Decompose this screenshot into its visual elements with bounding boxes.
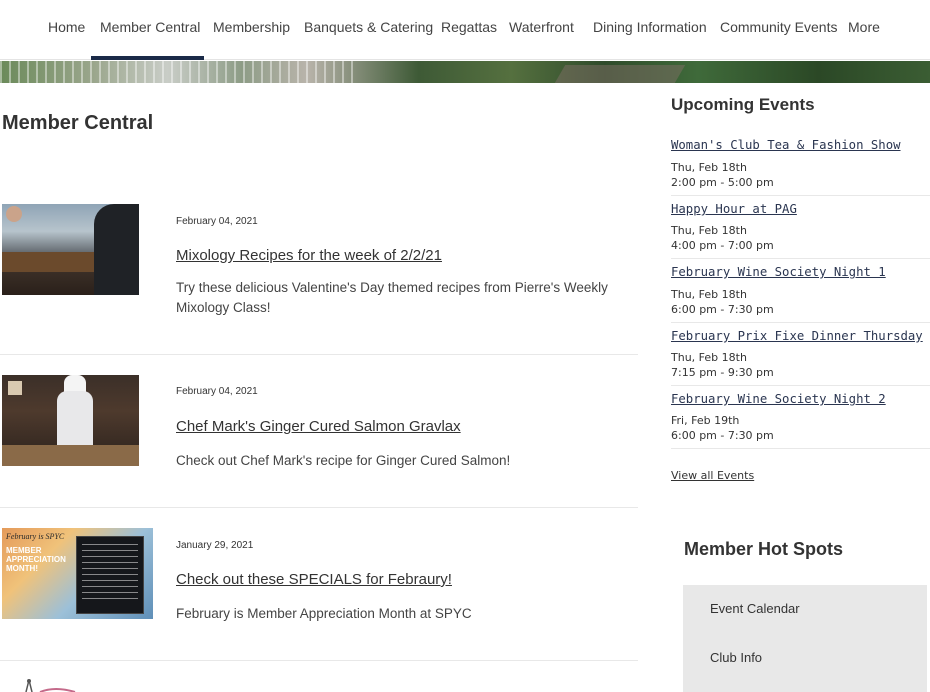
main-nav: Home Member Central Membership Banquets …: [0, 0, 930, 60]
thumb-head: [6, 206, 22, 222]
hero-walkway: [554, 65, 686, 83]
event-item: Woman's Club Tea & Fashion Show Thu, Feb…: [671, 138, 930, 196]
event-date: Thu, Feb 18th: [671, 288, 747, 301]
event-item: February Wine Society Night 2 Fri, Feb 1…: [671, 392, 930, 449]
nav-banquets-catering[interactable]: Banquets & Catering: [304, 19, 433, 35]
article-thumbnail[interactable]: [2, 375, 139, 466]
partial-thumbnail: [25, 679, 76, 692]
event-title-link[interactable]: February Prix Fixe Dinner Thursday: [671, 329, 923, 343]
upcoming-events-heading: Upcoming Events: [671, 95, 815, 114]
thumb-chef: [57, 391, 93, 449]
event-item: Happy Hour at PAG Thu, Feb 18th 4:00 pm …: [671, 202, 930, 259]
nav-home[interactable]: Home: [48, 19, 85, 35]
article-item: February is SPYC MEMBER APPRECIATION MON…: [0, 508, 638, 661]
article-date: February 04, 2021: [176, 216, 258, 227]
member-hot-spots-heading: Member Hot Spots: [684, 539, 844, 559]
event-item: February Prix Fixe Dinner Thursday Thu, …: [671, 329, 930, 386]
nav-membership[interactable]: Membership: [213, 19, 290, 35]
event-time: 7:15 pm - 9:30 pm: [671, 366, 774, 379]
thumb-counter: [2, 445, 139, 466]
event-time: 6:00 pm - 7:30 pm: [671, 429, 774, 442]
event-title-link[interactable]: February Wine Society Night 2: [671, 392, 886, 406]
event-date: Thu, Feb 18th: [671, 161, 747, 174]
page-title: Member Central: [2, 112, 154, 134]
nav-more[interactable]: More: [848, 19, 880, 35]
article-title-link[interactable]: Mixology Recipes for the week of 2/2/21: [176, 247, 442, 264]
article-date: January 29, 2021: [176, 540, 254, 551]
article-description: February is Member Appreciation Month at…: [176, 606, 472, 621]
event-time: 6:00 pm - 7:30 pm: [671, 303, 774, 316]
active-nav-indicator: [91, 56, 204, 60]
article-thumbnail[interactable]: February is SPYC MEMBER APPRECIATION MON…: [2, 528, 153, 619]
article-description: Check out Chef Mark's recipe for Ginger …: [176, 453, 511, 468]
event-time: 2:00 pm - 5:00 pm: [671, 176, 774, 189]
view-all-events-link[interactable]: View all Events: [671, 469, 754, 482]
event-date: Thu, Feb 18th: [671, 224, 747, 237]
article-date: February 04, 2021: [176, 386, 258, 397]
thumb-script-text: February is SPYC: [6, 532, 65, 541]
nav-community-events[interactable]: Community Events: [720, 19, 837, 35]
hot-spot-event-calendar[interactable]: Event Calendar: [710, 601, 800, 616]
article-item: February 04, 2021 Mixology Recipes for t…: [0, 185, 638, 355]
article-thumbnail[interactable]: [2, 204, 139, 295]
event-title-link[interactable]: February Wine Society Night 1: [671, 265, 886, 279]
hero-image: [0, 61, 930, 83]
event-date: Fri, Feb 19th: [671, 414, 740, 427]
nav-dining-information[interactable]: Dining Information: [593, 19, 707, 35]
hero-railing: [0, 61, 360, 83]
article-title-link[interactable]: Check out these SPECIALS for Febraury!: [176, 571, 452, 588]
thumb-bar: [2, 252, 102, 272]
article-item: February 04, 2021 Chef Mark's Ginger Cur…: [0, 355, 638, 508]
event-time: 4:00 pm - 7:00 pm: [671, 239, 774, 252]
thumb-panel-lines: [82, 544, 138, 604]
article-description: Try these delicious Valentine's Day them…: [176, 280, 608, 315]
hot-spots-box: Event Calendar Club Info: [683, 585, 927, 692]
hot-spot-club-info[interactable]: Club Info: [710, 650, 762, 665]
nav-regattas[interactable]: Regattas: [441, 19, 497, 35]
event-title-link[interactable]: Happy Hour at PAG: [671, 202, 797, 216]
article-title-link[interactable]: Chef Mark's Ginger Cured Salmon Gravlax: [176, 418, 461, 435]
thumb-headline: MEMBER APPRECIATION MONTH!: [6, 546, 66, 573]
event-date: Thu, Feb 18th: [671, 351, 747, 364]
event-title-link[interactable]: Woman's Club Tea & Fashion Show: [671, 138, 901, 152]
thumb-light: [8, 381, 22, 395]
event-item: February Wine Society Night 1 Thu, Feb 1…: [671, 265, 930, 323]
nav-waterfront[interactable]: Waterfront: [509, 19, 574, 35]
thumb-person: [94, 204, 139, 295]
nav-member-central[interactable]: Member Central: [100, 19, 200, 35]
